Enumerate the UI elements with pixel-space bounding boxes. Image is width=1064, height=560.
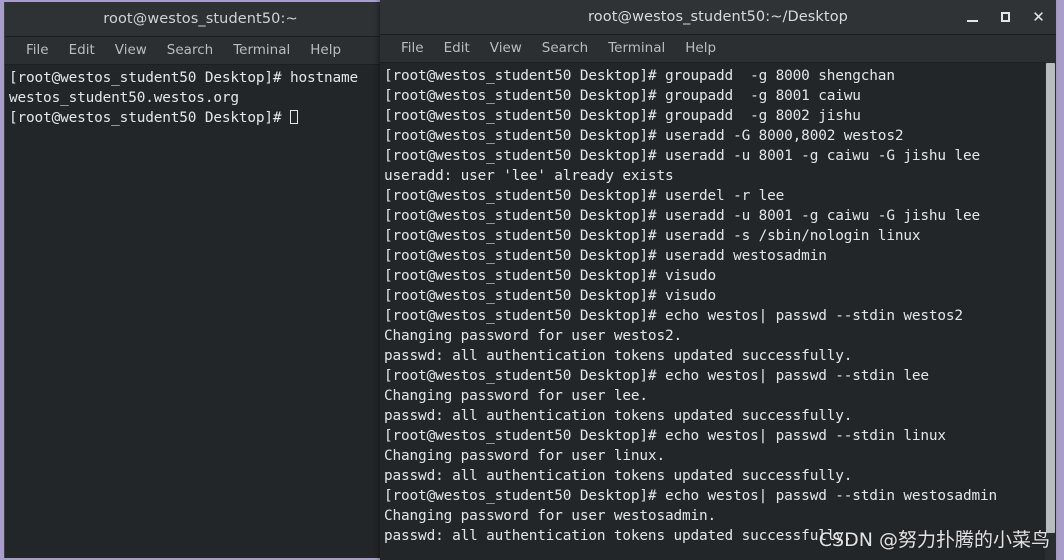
terminal-line: [root@westos_student50 Desktop]# echo we… bbox=[384, 368, 929, 384]
terminal-line: useradd: user 'lee' already exists bbox=[384, 168, 674, 184]
terminal-line: [root@westos_student50 Desktop]# useradd… bbox=[384, 128, 904, 144]
terminal-line: [root@westos_student50 Desktop]# useradd… bbox=[384, 228, 921, 244]
menubar-right: File Edit View Search Terminal Help bbox=[380, 35, 1056, 63]
terminal-line: [root@westos_student50 Desktop]# visudo bbox=[384, 268, 717, 284]
menu-item-view[interactable]: View bbox=[105, 40, 157, 61]
terminal-line: [root@westos_student50 Desktop]# useradd… bbox=[384, 248, 827, 264]
window-title-right: root@westos_student50:~/Desktop bbox=[588, 9, 848, 25]
terminal-output-left[interactable]: [root@westos_student50 Desktop]# hostnam… bbox=[5, 65, 396, 558]
maximize-icon[interactable] bbox=[998, 10, 1013, 25]
menubar-left: File Edit View Search Terminal Help bbox=[5, 37, 396, 65]
menu-item-file[interactable]: File bbox=[391, 38, 434, 59]
terminal-line: [root@westos_student50 Desktop]# echo we… bbox=[384, 428, 946, 444]
terminal-line: [root@westos_student50 Desktop]# groupad… bbox=[384, 88, 861, 104]
menu-item-help[interactable]: Help bbox=[300, 40, 351, 61]
terminal-line: [root@westos_student50 Desktop]# echo we… bbox=[384, 488, 998, 504]
terminal-scrollbar[interactable] bbox=[1045, 61, 1056, 560]
terminal-line-with-cursor: [root@westos_student50 Desktop]# bbox=[9, 108, 396, 128]
menu-item-edit[interactable]: Edit bbox=[434, 38, 480, 59]
minimize-icon[interactable] bbox=[965, 10, 980, 25]
terminal-line: Changing password for user westos2. bbox=[384, 328, 682, 344]
terminal-line: [root@westos_student50 Desktop]# useradd… bbox=[384, 148, 980, 164]
window-title-left: root@westos_student50:~ bbox=[103, 11, 298, 27]
close-icon[interactable]: ✕ bbox=[1031, 9, 1046, 25]
terminal-line: passwd: all authentication tokens update… bbox=[384, 528, 853, 544]
terminal-line: [root@westos_student50 Desktop]# echo we… bbox=[384, 308, 963, 324]
menu-item-view[interactable]: View bbox=[480, 38, 532, 59]
window-controls: ✕ bbox=[965, 0, 1046, 34]
terminal-line: passwd: all authentication tokens update… bbox=[384, 408, 853, 424]
terminal-line: [root@westos_student50 Desktop]# userdel… bbox=[384, 188, 785, 204]
terminal-line: Changing password for user lee. bbox=[384, 388, 648, 404]
menu-item-edit[interactable]: Edit bbox=[59, 40, 105, 61]
terminal-line: passwd: all authentication tokens update… bbox=[384, 348, 853, 364]
terminal-line: westos_student50.westos.org bbox=[9, 90, 239, 106]
titlebar-right[interactable]: root@westos_student50:~/Desktop ✕ bbox=[380, 0, 1056, 35]
terminal-line: [root@westos_student50 Desktop]# groupad… bbox=[384, 68, 895, 84]
text-cursor bbox=[289, 110, 298, 124]
terminal-line: [root@westos_student50 Desktop]# visudo bbox=[384, 288, 717, 304]
terminal-line: passwd: all authentication tokens update… bbox=[384, 468, 853, 484]
titlebar-left[interactable]: root@westos_student50:~ bbox=[5, 2, 396, 37]
menu-item-help[interactable]: Help bbox=[675, 38, 726, 59]
terminal-output-right[interactable]: [root@westos_student50 Desktop]# groupad… bbox=[380, 63, 1056, 560]
terminal-window-right[interactable]: root@westos_student50:~/Desktop ✕ File E… bbox=[380, 0, 1056, 560]
scrollbar-thumb[interactable] bbox=[1046, 63, 1055, 533]
menu-item-file[interactable]: File bbox=[16, 40, 59, 61]
terminal-line: [root@westos_student50 Desktop]# hostnam… bbox=[9, 70, 359, 86]
terminal-line: Changing password for user westosadmin. bbox=[384, 508, 717, 524]
terminal-line: [root@westos_student50 Desktop]# useradd… bbox=[384, 208, 980, 224]
terminal-window-left[interactable]: root@westos_student50:~ File Edit View S… bbox=[4, 2, 396, 558]
menu-item-terminal[interactable]: Terminal bbox=[598, 38, 675, 59]
menu-item-search[interactable]: Search bbox=[157, 40, 223, 61]
terminal-line: [root@westos_student50 Desktop]# groupad… bbox=[384, 108, 861, 124]
terminal-prompt: [root@westos_student50 Desktop]# bbox=[9, 110, 290, 126]
terminal-line: Changing password for user linux. bbox=[384, 448, 665, 464]
menu-item-search[interactable]: Search bbox=[532, 38, 598, 59]
menu-item-terminal[interactable]: Terminal bbox=[223, 40, 300, 61]
